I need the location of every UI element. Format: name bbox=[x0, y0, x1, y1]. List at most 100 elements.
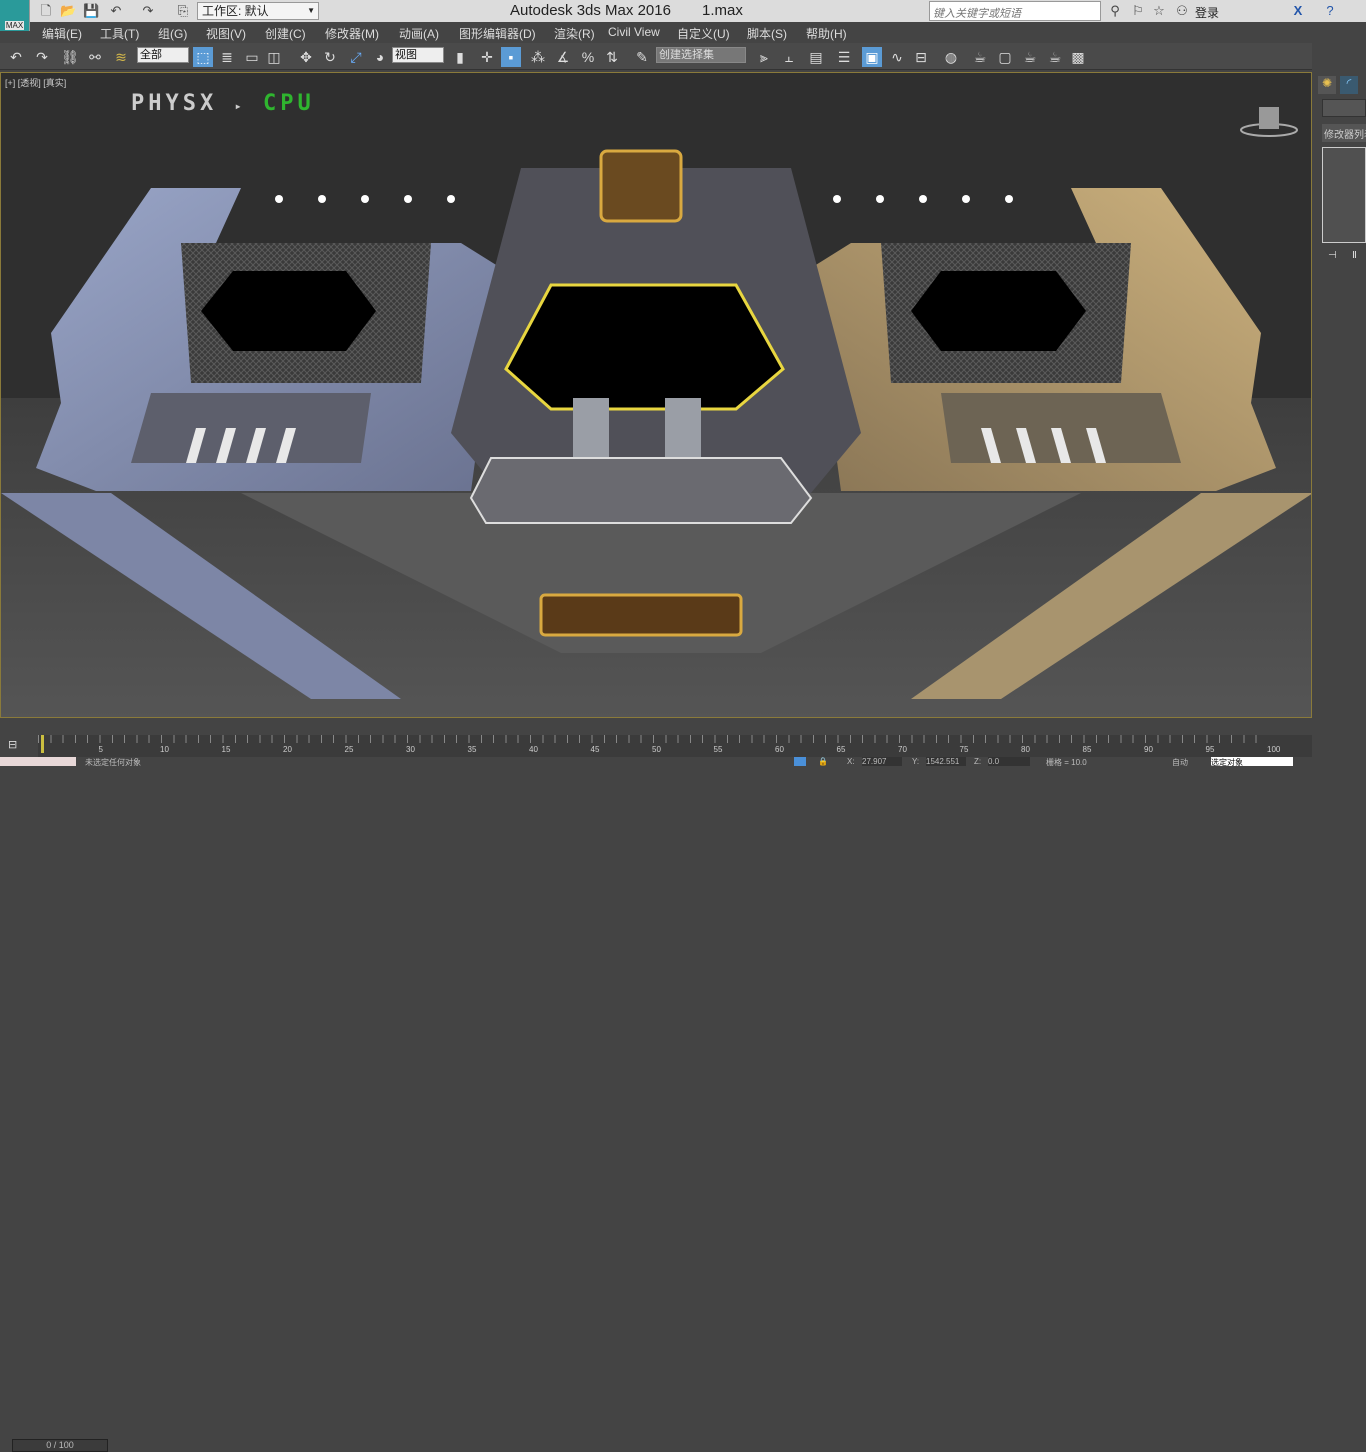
named-selection-value: 创建选择集 bbox=[659, 49, 714, 61]
binoculars-icon[interactable]: ⚲ bbox=[1107, 3, 1123, 19]
search-input[interactable]: 键入关键字或短语 bbox=[929, 1, 1101, 21]
frame-counter[interactable]: 0 / 100 bbox=[12, 1439, 108, 1452]
tick-label: 85 bbox=[1082, 745, 1092, 754]
login-link[interactable]: 登录 bbox=[1195, 4, 1219, 21]
menu-graph-editors[interactable]: 图形编辑器(D) bbox=[459, 25, 536, 42]
render-in-cloud-icon[interactable]: ▩ bbox=[1068, 47, 1088, 67]
edit-named-selection-icon[interactable]: ✎ bbox=[632, 47, 652, 67]
ribbon-icon[interactable]: ▣ bbox=[862, 47, 882, 67]
layer-manager-icon[interactable]: ▤ bbox=[806, 47, 826, 67]
menu-civil-view[interactable]: Civil View bbox=[608, 25, 660, 39]
keyboard-shortcut-override-icon[interactable]: ▪ bbox=[501, 47, 521, 67]
reference-coordinate-dropdown[interactable]: 视图 bbox=[392, 47, 444, 63]
save-icon[interactable]: 💾 bbox=[83, 3, 99, 19]
auto-key-button[interactable]: 自动 bbox=[1172, 757, 1188, 766]
open-file-icon[interactable]: 📂 bbox=[60, 3, 76, 19]
status-bar bbox=[0, 757, 1366, 766]
mini-curve-editor-icon[interactable]: ⊟ bbox=[8, 738, 17, 751]
move-icon[interactable]: ✥ bbox=[296, 47, 316, 67]
scale-icon[interactable]: ⤢ bbox=[346, 47, 366, 67]
menu-customize[interactable]: 自定义(U) bbox=[677, 25, 730, 42]
redo-icon[interactable]: ↷ bbox=[140, 3, 156, 19]
render-setup-icon[interactable]: ☕ bbox=[970, 47, 990, 67]
project-folder-icon[interactable]: ⎘ bbox=[175, 3, 191, 19]
spinner-snap-icon[interactable]: ⇅ bbox=[602, 47, 622, 67]
z-coordinate[interactable]: 0.0 bbox=[988, 757, 1030, 766]
timeline-track[interactable]: 5 10 15 20 25 30 35 40 45 50 55 60 65 70 75 80 85 90 95 100 bbox=[38, 735, 1312, 757]
y-coordinate[interactable]: 1542.551 bbox=[926, 757, 966, 766]
user-icon[interactable]: ⚇ bbox=[1174, 3, 1190, 19]
menu-animation[interactable]: 动画(A) bbox=[399, 25, 439, 42]
select-object-icon[interactable]: ⬚ bbox=[193, 47, 213, 67]
modifier-list-dropdown[interactable]: 修改器列表 bbox=[1322, 124, 1366, 142]
left-screen bbox=[201, 271, 376, 351]
grid-size: 栅格 = 10.0 bbox=[1046, 758, 1087, 766]
exchange-icon[interactable]: X bbox=[1290, 3, 1306, 19]
schematic-view-icon[interactable]: ⊟ bbox=[911, 47, 931, 67]
tick-label: 90 bbox=[1144, 745, 1153, 754]
menu-tools[interactable]: 工具(T) bbox=[100, 25, 139, 42]
rectangular-selection-icon[interactable]: ▭ bbox=[242, 47, 262, 67]
isolate-toggle[interactable] bbox=[794, 757, 806, 766]
maxscript-listener[interactable] bbox=[0, 757, 76, 766]
select-manipulate-icon[interactable]: ✛ bbox=[477, 47, 497, 67]
object-name-field[interactable] bbox=[1322, 99, 1366, 117]
snaps-toggle-icon[interactable]: ⁂ bbox=[528, 47, 548, 67]
menu-edit[interactable]: 编辑(E) bbox=[42, 25, 82, 42]
create-tab-icon[interactable]: ✺ bbox=[1318, 76, 1336, 94]
help-icon[interactable]: ? bbox=[1322, 3, 1338, 19]
x-coordinate[interactable]: 27.907 bbox=[862, 757, 902, 766]
show-end-result-icon[interactable]: Ⅱ bbox=[1352, 250, 1357, 261]
redo-icon[interactable]: ↷ bbox=[32, 47, 52, 67]
lock-icon[interactable]: 🔒 bbox=[818, 757, 828, 766]
center-screen bbox=[504, 283, 785, 411]
selection-filter-value: 全部 bbox=[140, 49, 162, 61]
select-by-name-icon[interactable]: ≣ bbox=[217, 47, 237, 67]
key-filter-dropdown[interactable]: 选定对象 bbox=[1211, 757, 1293, 766]
presenter-left bbox=[573, 398, 609, 458]
window-crossing-icon[interactable]: ◫ bbox=[264, 47, 284, 67]
curve-editor-icon[interactable]: ∿ bbox=[887, 47, 907, 67]
modify-tab-icon[interactable]: ◜ bbox=[1340, 76, 1358, 94]
pivot-icon[interactable]: ▮ bbox=[450, 47, 470, 67]
tick-label: 95 bbox=[1205, 745, 1215, 754]
chevron-down-icon: ▼ bbox=[307, 6, 315, 15]
new-file-icon[interactable]: 🗋 bbox=[38, 3, 54, 19]
undo-icon[interactable]: ↶ bbox=[6, 47, 26, 67]
render-iterative-icon[interactable]: ☕ bbox=[1045, 47, 1065, 67]
tick-label: 25 bbox=[344, 745, 354, 754]
menu-rendering[interactable]: 渲染(R) bbox=[554, 25, 595, 42]
undo-icon[interactable]: ↶ bbox=[108, 3, 124, 19]
workspace-dropdown[interactable]: 工作区: 默认 ▼ bbox=[197, 2, 319, 20]
physx-label: PHYSX bbox=[131, 91, 218, 116]
subscription-icon[interactable]: ⚐ bbox=[1130, 3, 1146, 19]
star-icon[interactable]: ☆ bbox=[1151, 3, 1167, 19]
menu-modifiers[interactable]: 修改器(M) bbox=[325, 25, 379, 42]
material-editor-icon[interactable]: ◍ bbox=[941, 47, 961, 67]
render-production-icon[interactable]: ☕ bbox=[1020, 47, 1040, 67]
angle-snap-icon[interactable]: ∡ bbox=[553, 47, 573, 67]
modifier-stack[interactable] bbox=[1322, 147, 1366, 243]
scene-explorer-icon[interactable]: ☰ bbox=[834, 47, 854, 67]
menu-views[interactable]: 视图(V) bbox=[206, 25, 246, 42]
menu-create[interactable]: 创建(C) bbox=[265, 25, 306, 42]
menu-group[interactable]: 组(G) bbox=[158, 25, 187, 42]
percent-snap-icon[interactable]: % bbox=[578, 47, 598, 67]
align-icon[interactable]: ⫠ bbox=[779, 47, 799, 67]
menu-help[interactable]: 帮助(H) bbox=[806, 25, 847, 42]
app-menu-button[interactable]: MAX bbox=[0, 0, 30, 31]
viewport-label[interactable]: [+] [透视] [真实] bbox=[5, 76, 66, 89]
selection-filter-dropdown[interactable]: 全部 bbox=[137, 47, 189, 63]
mirror-icon[interactable]: ⫸ bbox=[754, 47, 774, 67]
menu-scripting[interactable]: 脚本(S) bbox=[747, 25, 787, 42]
bind-space-warp-icon[interactable]: ≋ bbox=[111, 47, 131, 67]
perspective-viewport[interactable]: [+] [透视] [真实] PHYSX ▸ CPU bbox=[0, 72, 1312, 718]
named-selection-dropdown[interactable]: 创建选择集 bbox=[656, 47, 746, 63]
place-icon[interactable]: ◕ bbox=[370, 47, 390, 67]
unlink-icon[interactable]: ⚯ bbox=[85, 47, 105, 67]
time-slider[interactable]: 0 / 100 bbox=[0, 719, 1312, 1452]
pin-stack-icon[interactable]: ⊣ bbox=[1328, 250, 1337, 261]
link-icon[interactable]: ⛓ bbox=[60, 47, 80, 67]
rendered-frame-window-icon[interactable]: ▢ bbox=[995, 47, 1015, 67]
rotate-icon[interactable]: ↻ bbox=[320, 47, 340, 67]
